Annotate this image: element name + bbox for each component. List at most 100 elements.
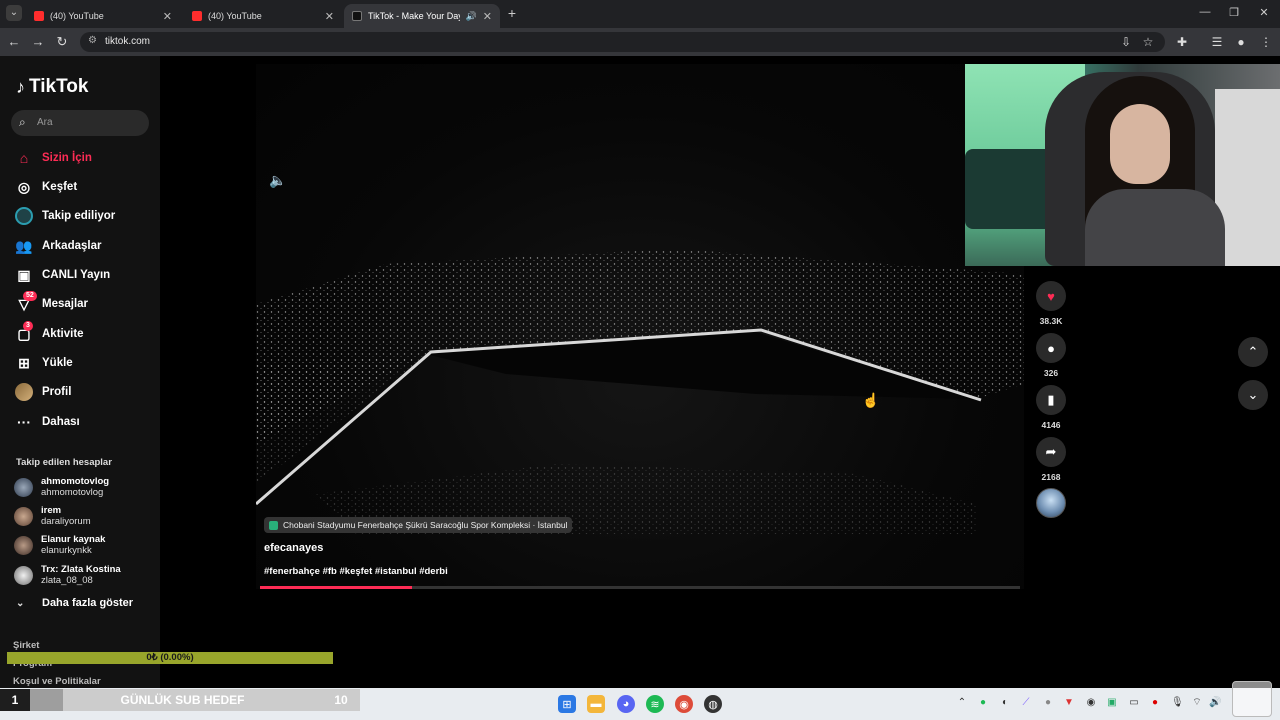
share-button[interactable]: ➦: [1036, 437, 1066, 467]
sidebar-item-more[interactable]: ··· Dahası: [14, 411, 80, 433]
save-button[interactable]: ▮: [1036, 385, 1066, 415]
windows-start-icon[interactable]: ⊞: [558, 695, 576, 713]
bookmark-star-icon[interactable]: ☆: [1140, 34, 1156, 50]
tray-pen-icon[interactable]: ⟋: [1020, 697, 1032, 709]
comment-button[interactable]: ●: [1036, 333, 1066, 363]
url-text: tiktok.com: [105, 36, 151, 47]
video-hashtags[interactable]: #fenerbahçe #fb #keşfet #istanbul #derbi: [264, 566, 448, 577]
install-app-icon[interactable]: ⇩: [1118, 34, 1134, 50]
tiktok-sidebar: ♪ TikTok ⌕ Ara ⌂ Sizin İçin ◎ Keşfet Tak…: [0, 56, 160, 688]
creator-avatar[interactable]: [1036, 488, 1066, 518]
spotify-icon[interactable]: ≋: [646, 695, 664, 713]
profile-avatar-icon: [14, 382, 34, 402]
next-video-button[interactable]: ⌄: [1238, 380, 1268, 410]
show-more-button[interactable]: ⌄ Daha fazla göster: [16, 597, 133, 609]
taskbar-clock-overlay[interactable]: [1232, 681, 1272, 717]
new-tab-button[interactable]: +: [504, 5, 520, 21]
sidebar-item-label: Aktivite: [42, 328, 84, 340]
site-info-icon[interactable]: ⚙: [88, 35, 97, 46]
tray-spotify-icon[interactable]: ●: [977, 697, 989, 709]
close-icon[interactable]: ✕: [483, 10, 492, 23]
webcam-overlay: [965, 64, 1280, 266]
sidebar-item-following[interactable]: Takip ediliyor: [14, 205, 115, 227]
video-player[interactable]: 🔈 Chobani Stadyumu Fenerbahçe Şükrü Sara…: [256, 64, 1024, 589]
sidebar-item-explore[interactable]: ◎ Keşfet: [14, 176, 77, 198]
chrome-icon[interactable]: ◉: [675, 695, 693, 713]
message-badge: 52: [23, 291, 37, 301]
browser-tab[interactable]: (40) YouTube ✕: [184, 4, 342, 28]
browser-tab[interactable]: (40) YouTube ✕: [26, 4, 180, 28]
extensions-icon[interactable]: ✚: [1174, 34, 1190, 50]
obs-icon[interactable]: ◍: [704, 695, 722, 713]
minimize-icon[interactable]: —: [1195, 6, 1215, 18]
sidebar-item-activity[interactable]: ▢ 3 Aktivite: [14, 321, 84, 345]
account-name: Elanur kaynak: [41, 533, 106, 545]
location-tag[interactable]: Chobani Stadyumu Fenerbahçe Şükrü Saraco…: [264, 517, 573, 533]
tray-volume-icon[interactable]: 🔊: [1209, 697, 1221, 709]
tray-display-icon[interactable]: ▭: [1128, 697, 1140, 709]
footer-link-company[interactable]: Şirket: [13, 640, 39, 651]
previous-video-button[interactable]: ⌃: [1238, 337, 1268, 367]
tray-network-icon[interactable]: ⌔: [1191, 697, 1203, 709]
reading-list-icon[interactable]: ☰: [1209, 34, 1225, 50]
tray-overflow-icon[interactable]: ⌃: [956, 697, 968, 709]
footer-link-terms[interactable]: Koşul ve Politikalar: [13, 676, 101, 687]
sidebar-item-friends[interactable]: 👥 Arkadaşlar: [14, 235, 101, 257]
restore-icon[interactable]: ❐: [1224, 6, 1244, 19]
forward-icon[interactable]: →: [30, 34, 46, 50]
menu-dots-icon[interactable]: ⋮: [1258, 34, 1274, 50]
browser-tab-strip: ⌄ (40) YouTube ✕ (40) YouTube ✕ TikTok -…: [0, 0, 1280, 28]
upload-icon: ⊞: [18, 354, 30, 371]
logo-text: TikTok: [29, 76, 89, 97]
tab-title: (40) YouTube: [208, 11, 262, 21]
account-handle: zlata_08_08: [41, 574, 93, 586]
sidebar-item-profile[interactable]: Profil: [14, 381, 71, 403]
following-account[interactable]: ahmomotovlog ahmomotovlog: [14, 473, 109, 501]
tray-shield-icon[interactable]: ▼: [1063, 697, 1075, 709]
stadium-scene: [256, 249, 1024, 534]
sub-goal-fill: [30, 689, 63, 711]
search-input[interactable]: ⌕ Ara: [11, 110, 149, 136]
tray-app-icon[interactable]: ◉: [1085, 697, 1097, 709]
search-icon: ⌕: [19, 115, 26, 129]
account-handle: daraliyorum: [41, 515, 91, 527]
tray-record-icon[interactable]: ●: [1149, 697, 1161, 709]
address-bar[interactable]: ⚙ tiktok.com: [80, 32, 1165, 52]
sidebar-item-label: Profil: [42, 386, 72, 398]
sidebar-item-upload[interactable]: ⊞ Yükle: [14, 352, 73, 374]
profile-icon[interactable]: ●: [1233, 34, 1249, 50]
tiktok-logo[interactable]: ♪ TikTok: [16, 76, 88, 98]
sidebar-item-label: Yükle: [42, 357, 73, 369]
volume-icon[interactable]: 🔈: [269, 172, 286, 189]
tray-steam-icon[interactable]: ◐: [999, 697, 1011, 709]
browser-tab-active[interactable]: TikTok - Make Your Day 🔊 ✕: [344, 4, 500, 28]
reload-icon[interactable]: ↻: [54, 34, 70, 50]
video-author[interactable]: efecanayes: [264, 542, 323, 554]
close-icon[interactable]: ✕: [325, 10, 334, 23]
sidebar-item-label: Dahası: [42, 416, 80, 428]
tray-microphone-icon[interactable]: 🎙: [1171, 697, 1184, 709]
sub-goal-target: 10: [334, 693, 348, 707]
video-progress-bar[interactable]: [260, 586, 1020, 589]
close-icon[interactable]: ✕: [163, 10, 172, 23]
share-count: 2168: [1041, 472, 1061, 482]
back-icon[interactable]: ←: [6, 34, 22, 50]
following-account[interactable]: irem daraliyorum: [14, 502, 91, 530]
sidebar-item-messages[interactable]: ▽ 52 Mesajlar: [14, 291, 88, 315]
account-name: ahmomotovlog: [41, 475, 110, 487]
speaker-icon[interactable]: 🔊: [466, 11, 477, 22]
sidebar-item-live[interactable]: ▣ CANLI Yayın: [14, 264, 110, 286]
tray-circle-icon[interactable]: ●: [1042, 697, 1054, 709]
like-button[interactable]: ♥: [1036, 281, 1066, 311]
avatar: [14, 535, 33, 555]
following-account[interactable]: Trx: Zlata Kostina zlata_08_08: [14, 561, 121, 589]
sidebar-item-for-you[interactable]: ⌂ Sizin İçin: [14, 147, 92, 169]
window-close-icon[interactable]: ✕: [1254, 6, 1274, 19]
discord-icon[interactable]: ◕: [617, 695, 635, 713]
following-account[interactable]: Elanur kaynak elanurkynkk: [14, 531, 105, 559]
tray-nvidia-icon[interactable]: ▣: [1106, 697, 1118, 709]
tab-search-button[interactable]: ⌄: [6, 5, 22, 21]
youtube-icon: [192, 11, 202, 21]
sidebar-item-label: Sizin İçin: [42, 152, 92, 164]
file-explorer-icon[interactable]: ▬: [587, 695, 605, 713]
